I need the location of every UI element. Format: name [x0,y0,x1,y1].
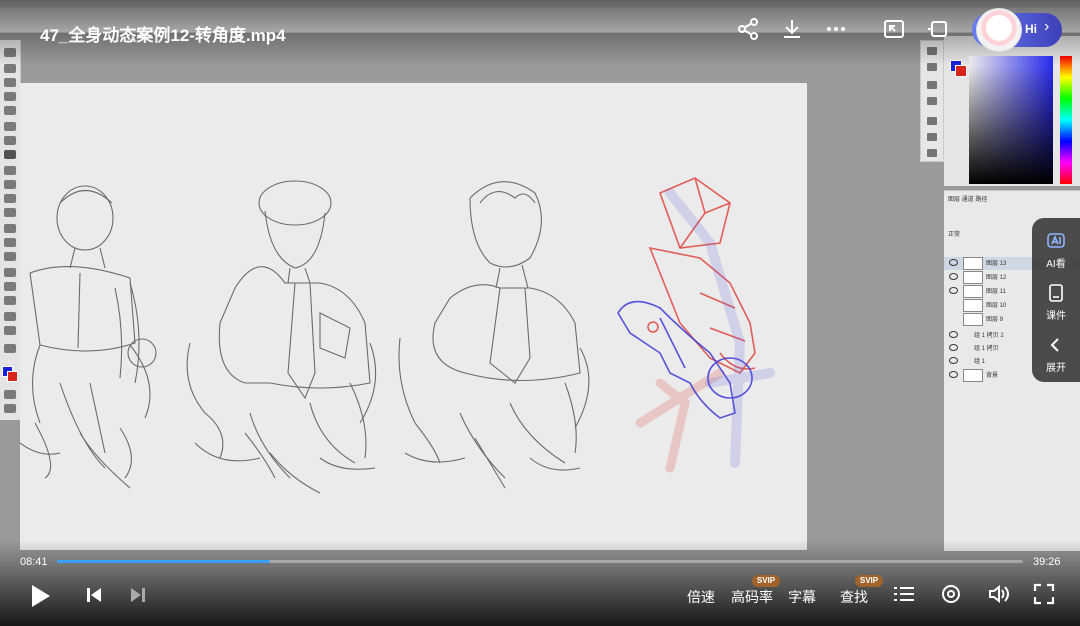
dodge-tool-icon [4,238,16,247]
eraser-tool-icon [4,194,16,203]
quality-button[interactable]: 高码率 [731,587,773,607]
progress-fill [57,560,270,563]
next-button[interactable] [128,585,152,609]
assistant-avatar[interactable] [976,8,1022,52]
history-brush-tool-icon [4,180,16,189]
fullscreen-icon[interactable] [1033,583,1057,607]
hand-tool-icon [4,312,16,321]
more-icon[interactable] [824,17,848,41]
layer-thumbnail [963,369,983,382]
playlist-icon[interactable] [893,584,917,608]
play-button[interactable] [28,583,52,607]
ps-toolbar [0,40,21,420]
layer-name: 图层 13 [986,261,1007,267]
ai-view-icon [1047,232,1065,250]
paragraph-panel-icon [927,133,937,141]
more-tools-icon [4,344,16,353]
layer-thumbnail [963,257,983,270]
zoom-tool-icon [4,326,16,335]
brush-tool-icon [4,150,16,159]
chevron-left-icon [1047,336,1065,354]
visibility-eye-icon [949,344,958,351]
search-svip-badge: SVIP [855,575,883,587]
blur-tool-icon [4,224,16,233]
share-icon[interactable] [736,17,760,41]
search-button[interactable]: 查找 [840,587,868,607]
layer-thumbnail [963,313,983,326]
color-picker-field [969,56,1053,184]
layer-name: 图层 9 [986,317,1004,323]
lasso-tool-icon [4,78,16,87]
crop-tool-icon [4,106,16,115]
shape-tool-icon [4,296,16,305]
layer-thumbnail [963,271,983,284]
quality-svip-badge: SVIP [752,575,780,587]
blend-mode: 正常 [948,232,961,238]
courseware-button[interactable]: 课件 [1032,276,1080,326]
mini-window-icon[interactable] [926,17,950,41]
chevron-right-icon[interactable]: › [1044,18,1049,36]
type-tool-icon [4,268,16,277]
total-time: 39:26 [1033,556,1061,568]
layer-name: 组 1 [974,359,986,365]
current-time: 08:41 [20,556,48,568]
courseware-label: 课件 [1046,311,1066,322]
download-icon[interactable] [780,17,804,41]
brush-panel-icon [927,149,937,157]
path-select-tool-icon [4,282,16,291]
side-panel: AI看 课件 展开 [1032,218,1080,382]
layer-name: 背景 [986,373,999,379]
panel-background-swatch [955,65,967,77]
layer-name: 图层 11 [986,289,1006,295]
previous-button[interactable] [84,585,108,609]
layer-name: 图层 12 [986,275,1007,281]
sketch-artwork [20,177,775,494]
character-panel-icon [927,117,937,125]
layer-name: 图层 10 [986,303,1007,309]
visibility-eye-icon [949,259,958,266]
expand-button[interactable]: 展开 [1032,328,1080,378]
healing-tool-icon [4,136,16,145]
background-color-icon [7,371,18,382]
stamp-tool-icon [4,166,16,175]
volume-icon[interactable] [987,583,1011,607]
expand-label: 展开 [1046,363,1066,374]
assistant-greeting[interactable]: Hi [1025,22,1037,36]
play-action-icon [927,97,937,105]
visibility-eye-icon [949,287,958,294]
courseware-icon [1047,284,1065,302]
gradient-tool-icon [4,208,16,217]
ai-view-label: AI看 [1046,259,1066,270]
danmaku-settings-icon[interactable] [940,583,964,607]
drawing-canvas [20,83,807,550]
ai-view-button[interactable]: AI看 [1032,224,1080,274]
eyedropper-tool-icon [4,122,16,131]
pen-tool-icon [4,252,16,261]
hue-slider [1060,56,1072,184]
adjustments-panel-icon [927,81,937,89]
picture-in-picture-icon[interactable] [882,17,906,41]
speed-button[interactable]: 倍速 [687,587,715,607]
visibility-eye-icon [949,357,958,364]
visibility-eye-icon [949,371,958,378]
magic-wand-tool-icon [4,92,16,101]
layer-thumbnail [963,285,983,298]
layer-thumbnail [963,299,983,312]
subtitles-button[interactable]: 字幕 [788,587,816,607]
video-title: 47_全身动态案例12-转角度.mp4 [40,26,286,45]
layer-name: 组 1 拷贝 2 [974,333,1004,339]
screen-mode-icon [4,404,16,413]
quick-mask-icon [4,390,16,399]
player-bottom-gradient [0,540,1080,626]
visibility-eye-icon [949,273,958,280]
layer-name: 组 1 拷贝 [974,346,999,352]
visibility-eye-icon [949,331,958,338]
layers-panel-tabs: 图层 通道 路径 [948,197,988,203]
